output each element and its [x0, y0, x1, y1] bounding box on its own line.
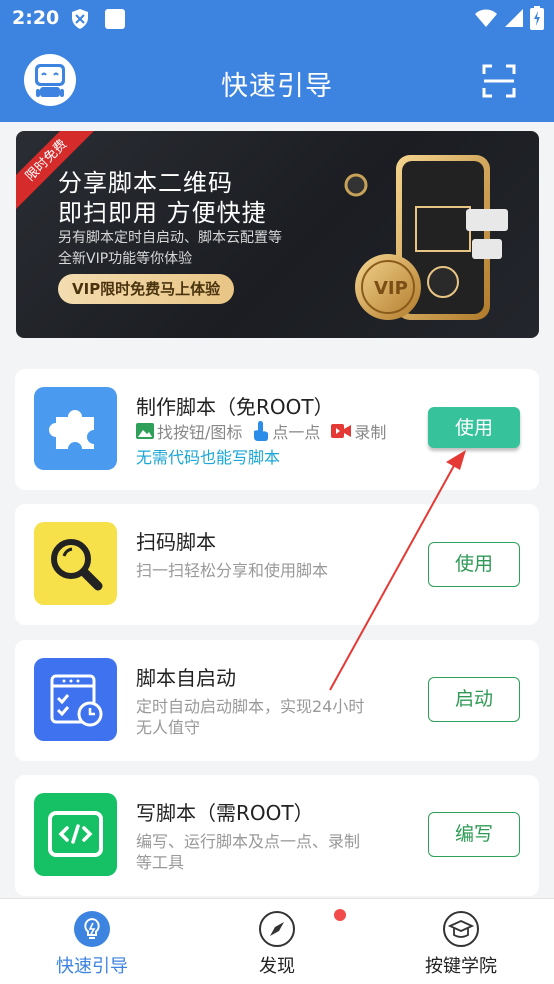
card-icon-container	[34, 522, 117, 605]
start-button[interactable]: 启动	[428, 677, 520, 722]
card-title: 脚本自启动	[136, 666, 236, 690]
nav-label: 发现	[259, 956, 295, 977]
nav-academy[interactable]: 按键学院	[391, 899, 531, 984]
use-button[interactable]: 使用	[428, 407, 520, 448]
puzzle-icon	[49, 410, 94, 449]
image-icon	[136, 423, 154, 439]
card-icon-container	[34, 658, 117, 741]
code-editor-icon	[48, 811, 103, 857]
signal-icon	[505, 9, 523, 27]
nav-quick-guide[interactable]: 快速引导	[22, 899, 162, 984]
wifi-icon	[475, 9, 497, 27]
status-time: 2:20	[12, 7, 60, 29]
card-icon-container	[34, 387, 117, 470]
promo-banner[interactable]: 限时免费 分享脚本二维码 即扫即用 方便快捷 另有脚本定时自启动、脚本云配置等 …	[16, 131, 539, 338]
card-highlight: 无需代码也能写脚本	[136, 448, 281, 467]
card-desc-line2: 等工具	[136, 853, 185, 872]
status-bar: 2:20	[0, 0, 554, 38]
scan-icon[interactable]	[482, 64, 516, 98]
notification-badge	[334, 909, 346, 921]
nav-label: 快速引导	[56, 956, 128, 977]
battery-icon	[530, 6, 544, 30]
tap-finger-icon	[254, 421, 269, 441]
card-desc-line1: 定时自动启动脚本，实现24小时	[136, 697, 365, 716]
banner-desc-line2: 全新VIP功能等你体验	[58, 251, 193, 267]
tag-find-button: 找按钮/图标	[157, 423, 243, 442]
card-title: 扫码脚本	[136, 530, 216, 554]
banner-subtitle: 即扫即用 方便快捷	[58, 199, 267, 227]
card-title: 制作脚本（免ROOT）	[136, 395, 334, 419]
tag-tap: 点一点	[272, 423, 321, 442]
phone-coin-illustration: VIP	[344, 155, 508, 320]
tag-record: 录制	[354, 423, 387, 442]
shield-icon	[72, 9, 88, 29]
app-bar: 快速引导	[0, 38, 554, 122]
schedule-calendar-icon	[50, 674, 103, 727]
page-title: 快速引导	[221, 71, 333, 102]
vip-trial-button[interactable]: VIP限时免费马上体验	[58, 274, 235, 304]
feature-tags: 找按钮/图标 点一点 录制	[136, 419, 386, 443]
magnifier-icon	[51, 539, 103, 591]
nav-discover[interactable]: 发现	[207, 899, 347, 984]
card-icon-container	[34, 793, 117, 876]
status-left-icons	[70, 8, 126, 30]
graduation-cap-icon	[443, 911, 479, 947]
notification-square-icon	[105, 9, 125, 29]
card-make-script[interactable]: 制作脚本（免ROOT） 找按钮/图标 点一点 录制 无需代码也能写脚本 使用	[15, 369, 539, 490]
banner-desc-line1: 另有脚本定时自启动、脚本云配置等	[58, 230, 282, 246]
bottom-nav: 快速引导 发现 按键学院	[0, 898, 554, 984]
use-button[interactable]: 使用	[428, 542, 520, 587]
coin-label: VIP	[374, 278, 408, 299]
card-desc-line2: 无人值守	[136, 718, 201, 737]
card-auto-start[interactable]: 脚本自启动 定时自动启动脚本，实现24小时 无人值守 启动	[15, 640, 539, 761]
card-desc-line1: 编写、运行脚本及点一点、录制	[136, 832, 361, 851]
card-title: 写脚本（需ROOT）	[136, 801, 314, 825]
status-right-icons	[474, 6, 544, 30]
nav-label: 按键学院	[425, 956, 497, 977]
card-write-script[interactable]: 写脚本（需ROOT） 编写、运行脚本及点一点、录制 等工具 编写	[15, 775, 539, 896]
bulb-icon	[74, 911, 110, 947]
card-desc-line1: 扫一扫轻松分享和使用脚本	[136, 561, 329, 580]
card-scan-script[interactable]: 扫码脚本 扫一扫轻松分享和使用脚本 使用	[15, 504, 539, 625]
write-button[interactable]: 编写	[428, 812, 520, 857]
record-video-icon	[331, 424, 352, 438]
compass-icon	[259, 911, 295, 947]
